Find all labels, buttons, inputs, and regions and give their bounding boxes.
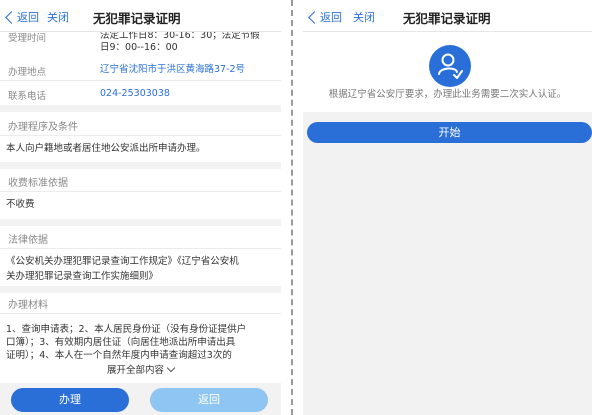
divider — [0, 191, 281, 192]
back-button[interactable]: 返回 — [4, 9, 39, 25]
materials-text: 1、查询申请表；2、本人居民身份证（没有身份证提供户 口簿）；3、有效期内居住证… — [6, 323, 275, 362]
fee-section: 收费标准依据 不收费 — [0, 169, 281, 219]
materials-heading: 办理材料 — [8, 300, 48, 311]
right-screen: 返回 关闭 无犯罪记录证明 根据辽宁省公安厅要求，办理此业务需要二次实人认证。 … — [303, 0, 592, 415]
back-button[interactable]: 返回 — [307, 9, 342, 25]
return-button[interactable]: 返回 — [150, 388, 268, 412]
materials-line-1: 1、查询申请表；2、本人居民身份证（没有身份证提供户 — [6, 324, 247, 335]
start-button[interactable]: 开始 — [307, 122, 592, 143]
law-heading: 法律依据 — [8, 235, 48, 246]
back-label: 返回 — [17, 11, 39, 24]
chevron-left-icon — [5, 10, 18, 24]
close-button[interactable]: 关闭 — [47, 9, 69, 25]
chevron-left-icon — [308, 10, 321, 24]
page-title: 无犯罪记录证明 — [403, 11, 491, 26]
fee-heading: 收费标准依据 — [8, 178, 68, 189]
address-label: 办理地点 — [8, 67, 47, 78]
law-section: 法律依据 《公安机关办理犯罪记录查询工作规定》《辽宁省公安机 关办理犯罪记录查询… — [0, 226, 281, 286]
law-text: 《公安机关办理犯罪记录查询工作规定》《辽宁省公安机 关办理犯罪记录查询工作实施细… — [6, 254, 275, 284]
divider — [0, 248, 281, 249]
hours-label: 受理时间 — [8, 33, 47, 44]
chevron-down-icon — [166, 363, 176, 373]
page-title: 无犯罪记录证明 — [93, 11, 181, 26]
law-line-2: 关办理犯罪记录查询工作实施细则》 — [6, 271, 159, 282]
procedure-section: 办理程序及条件 本人向户籍地或者居住地公安派出所申请办理。 — [0, 112, 281, 162]
left-nav-bar: 返回 关闭 无犯罪记录证明 — [0, 0, 281, 32]
divider — [0, 80, 281, 81]
close-button[interactable]: 关闭 — [353, 9, 375, 25]
screen-divider — [284, 0, 300, 415]
expand-all-label: 展开全部内容 — [106, 365, 164, 376]
law-line-1: 《公安机关办理犯罪记录查询工作规定》《辽宁省公安机 — [6, 256, 239, 267]
materials-line-2: 口簿）；3、有效期内居住证（向居住地派出所申请出具 — [6, 337, 236, 348]
fee-text: 不收费 — [6, 199, 35, 210]
procedure-heading: 办理程序及条件 — [8, 122, 78, 133]
hours-line-2: 日9：00--16：00 — [100, 42, 178, 53]
phone-link[interactable]: 024-25303038 — [100, 88, 275, 100]
phone-label: 联系电话 — [8, 91, 47, 102]
verification-notice: 根据辽宁省公安厅要求，办理此业务需要二次实人认证。 — [328, 89, 567, 100]
back-label: 返回 — [320, 11, 342, 24]
materials-line-3: 证明）；4、本人在一个自然年度内申请查询超过3次的 — [6, 350, 232, 361]
address-link[interactable]: 辽宁省沈阳市于洪区黄海路37-2号 — [100, 64, 275, 76]
user-verify-icon — [429, 45, 471, 87]
apply-button[interactable]: 办理 — [11, 388, 129, 412]
divider — [0, 313, 281, 314]
right-nav-bar: 返回 关闭 无犯罪记录证明 — [303, 0, 592, 32]
left-screen: 受理时间 法定工作日8：30-16：30；法定节假 日9：00--16：00 办… — [0, 0, 281, 415]
divider — [0, 135, 281, 136]
procedure-text: 本人向户籍地或者居住地公安派出所申请办理。 — [6, 143, 206, 154]
expand-all-link[interactable]: 展开全部内容 — [0, 362, 281, 376]
verify-card: 根据辽宁省公安厅要求，办理此业务需要二次实人认证。 — [303, 32, 592, 112]
materials-section: 办理材料 1、查询申请表；2、本人居民身份证（没有身份证提供户 口簿）；3、有效… — [0, 293, 281, 383]
